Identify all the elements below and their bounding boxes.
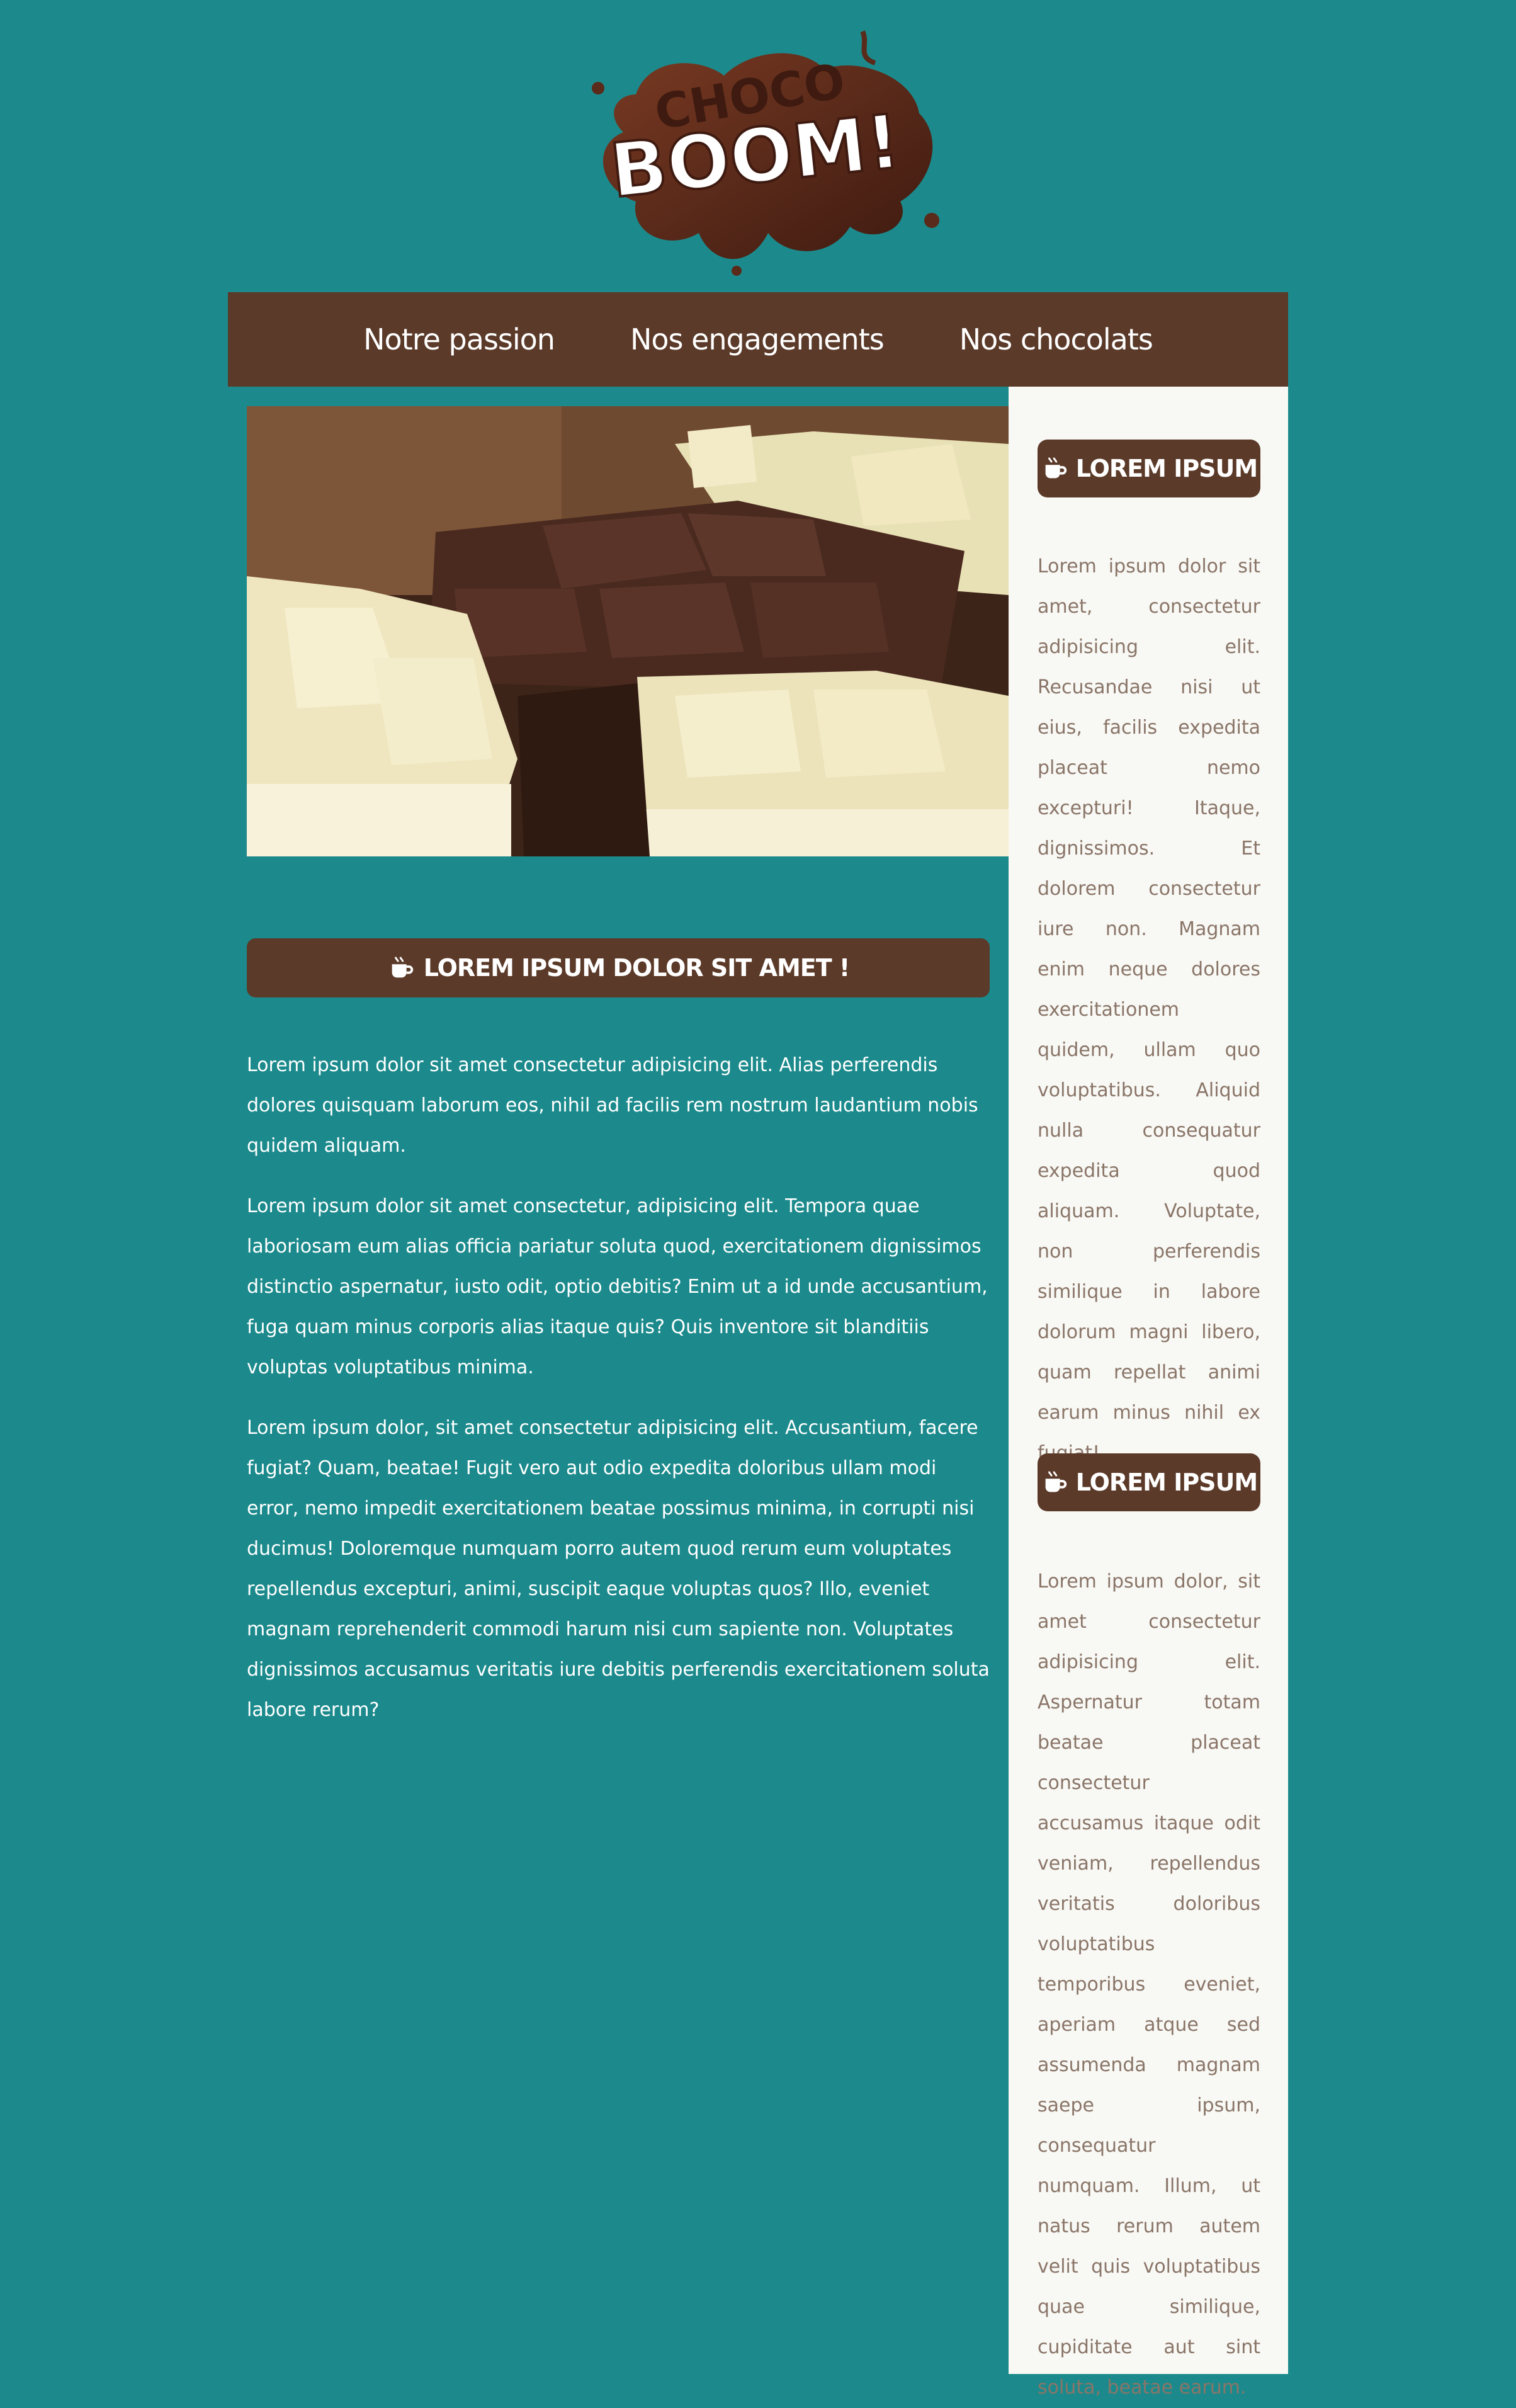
nav-link-nos-engagements[interactable]: Nos engagements — [630, 322, 885, 356]
coffee-cup-icon — [1045, 1471, 1066, 1492]
main-navbar: Notre passion Nos engagements Nos chocol… — [228, 292, 1288, 387]
main-paragraph-2: Lorem ipsum dolor sit amet consectetur, … — [247, 1195, 988, 1378]
sidebar: LOREM IPSUM Lorem ipsum dolor sit amet, … — [1009, 387, 1288, 2399]
sidebar-heading-1: LOREM IPSUM — [1038, 440, 1260, 497]
coffee-cup-icon — [1045, 457, 1066, 479]
main-heading-text: LOREM IPSUM DOLOR SIT AMET ! — [423, 954, 851, 982]
nav-link-nos-chocolats[interactable]: Nos chocolats — [959, 322, 1153, 356]
main-paragraph-1: Lorem ipsum dolor sit amet consectetur a… — [247, 1054, 978, 1157]
sidebar-heading-2: LOREM IPSUM — [1038, 1453, 1260, 1511]
choco-boom-logo[interactable]: CHOCO BOOM! — [560, 19, 957, 283]
nav-link-notre-passion[interactable]: Notre passion — [363, 322, 555, 356]
coffee-cup-icon — [392, 957, 413, 978]
sidebar-text-2: Lorem ipsum dolor, sit amet consectetur … — [1038, 1570, 1260, 2399]
main-heading: LOREM IPSUM DOLOR SIT AMET ! — [247, 938, 990, 997]
sidebar-heading-2-text: LOREM IPSUM — [1075, 1468, 1258, 1496]
hero-image — [247, 406, 1009, 856]
logo-splash-graphic: CHOCO BOOM! — [592, 30, 939, 276]
main-content: Lorem ipsum dolor sit amet consectetur a… — [247, 1045, 990, 1751]
sidebar-heading-1-text: LOREM IPSUM — [1075, 455, 1258, 482]
chocolate-bars-photo — [247, 406, 1009, 856]
main-paragraph-3: Lorem ipsum dolor, sit amet consectetur … — [247, 1417, 990, 1721]
sidebar-text-1: Lorem ipsum dolor sit amet, consectetur … — [1038, 555, 1260, 1464]
